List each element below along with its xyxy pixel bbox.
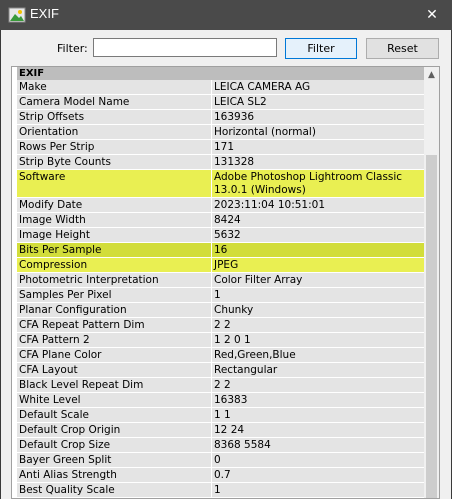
property-name: CFA Pattern 2: [17, 333, 212, 347]
property-name: Black Level Repeat Dim: [17, 378, 212, 392]
property-value: 12 24: [214, 424, 245, 436]
table-row[interactable]: Black Level Repeat Dim 2 2: [17, 378, 428, 393]
table-row[interactable]: Best Quality Scale 1: [17, 483, 428, 498]
table-row[interactable]: Image Height 5632: [17, 228, 428, 243]
property-value: 0: [214, 454, 221, 466]
property-name: Default Crop Origin: [17, 423, 212, 437]
property-name: Bayer Green Split: [17, 453, 212, 467]
title-bar: EXIF ✕: [0, 0, 452, 30]
property-name: Compression: [17, 258, 212, 272]
close-button[interactable]: ✕: [412, 0, 452, 30]
table-row[interactable]: Default Scale 1 1: [17, 408, 428, 423]
table-row[interactable]: Default Crop Size 8368 5584: [17, 438, 428, 453]
property-name: Bits Per Sample: [17, 243, 212, 257]
table-row[interactable]: Camera Model Name LEICA SL2: [17, 95, 428, 110]
property-value: Red,Green,Blue: [214, 349, 296, 361]
property-value: 2 2: [214, 319, 231, 331]
table-row[interactable]: Strip Offsets 163936: [17, 110, 428, 125]
window-title: EXIF: [30, 6, 59, 21]
scrollbar-thumb[interactable]: [426, 155, 437, 498]
table-row[interactable]: Orientation Horizontal (normal): [17, 125, 428, 140]
property-value: Chunky: [214, 304, 254, 316]
property-value: 163936: [214, 111, 255, 123]
table-row[interactable]: Make LEICA CAMERA AG: [17, 80, 428, 95]
vertical-scrollbar[interactable]: ▲: [424, 67, 439, 498]
table-row[interactable]: Modify Date 2023:11:04 10:51:01: [17, 198, 428, 213]
table-row[interactable]: Rows Per Strip 171: [17, 140, 428, 155]
property-value: LEICA SL2: [214, 96, 267, 108]
property-value: 1: [214, 484, 221, 496]
table-row[interactable]: White Level 16383: [17, 393, 428, 408]
property-value: Adobe Photoshop Lightroom Classic 13.0.1…: [214, 171, 403, 196]
property-name: Camera Model Name: [17, 95, 212, 109]
table-row[interactable]: Photometric Interpretation Color Filter A…: [17, 273, 428, 288]
property-value: 8368 5584: [214, 439, 271, 451]
table-row[interactable]: Planar Configuration Chunky: [17, 303, 428, 318]
reset-button[interactable]: Reset: [366, 38, 439, 59]
table-row[interactable]: Bayer Green Split 0: [17, 453, 428, 468]
property-value: 8424: [214, 214, 241, 226]
property-name: Strip Offsets: [17, 110, 212, 124]
property-name: Rows Per Strip: [17, 140, 212, 154]
filter-input[interactable]: [93, 38, 277, 57]
property-value: 131328: [214, 156, 255, 168]
property-value: 171: [214, 141, 235, 153]
table-row[interactable]: CFA Repeat Pattern Dim 2 2: [17, 318, 428, 333]
table-row[interactable]: Default Crop Origin 12 24: [17, 423, 428, 438]
property-value: 1 1: [214, 409, 231, 421]
table-row[interactable]: Samples Per Pixel 1: [17, 288, 428, 303]
property-name: Image Width: [17, 213, 212, 227]
section-header: EXIF: [17, 67, 428, 80]
property-value: 0.7: [214, 469, 231, 481]
table-row[interactable]: Image Width 8424: [17, 213, 428, 228]
exif-property-grid[interactable]: EXIF Make LEICA CAMERA AG Camera Model Nam…: [11, 66, 440, 499]
property-value: Horizontal (normal): [214, 126, 316, 138]
property-name: Planar Configuration: [17, 303, 212, 317]
property-value: 2 2: [214, 379, 231, 391]
property-name: Software: [17, 170, 212, 197]
property-value: Rectangular: [214, 364, 278, 376]
table-row[interactable]: CFA Layout Rectangular: [17, 363, 428, 378]
table-row[interactable]: Software Adobe Photoshop Lightroom Classi…: [17, 170, 428, 198]
property-value: Color Filter Array: [214, 274, 303, 286]
property-name: Strip Byte Counts: [17, 155, 212, 169]
close-icon: ✕: [426, 7, 438, 23]
property-value: LEICA CAMERA AG: [214, 81, 311, 93]
table-row[interactable]: CFA Plane Color Red,Green,Blue: [17, 348, 428, 363]
property-name: CFA Repeat Pattern Dim: [17, 318, 212, 332]
table-row[interactable]: Strip Byte Counts 131328: [17, 155, 428, 170]
property-value: 1 2 0 1: [214, 334, 251, 346]
table-row[interactable]: Anti Alias Strength 0.7: [17, 468, 428, 483]
property-name: Modify Date: [17, 198, 212, 212]
property-value: 16: [214, 244, 228, 256]
property-name: Orientation: [17, 125, 212, 139]
property-name: Default Scale: [17, 408, 212, 422]
property-name: Photometric Interpretation: [17, 273, 212, 287]
property-value: 5632: [214, 229, 241, 241]
property-name: Image Height: [17, 228, 212, 242]
property-value: 16383: [214, 394, 248, 406]
table-row[interactable]: Compression JPEG: [17, 258, 428, 273]
filter-label: Filter:: [57, 42, 88, 55]
property-rows: EXIF Make LEICA CAMERA AG Camera Model Nam…: [17, 67, 428, 498]
property-name: CFA Layout: [17, 363, 212, 377]
property-name: White Level: [17, 393, 212, 407]
property-name: Make: [17, 80, 212, 94]
chevron-up-icon[interactable]: ▲: [424, 67, 439, 82]
property-value: JPEG: [214, 259, 239, 271]
table-row[interactable]: Bits Per Sample 16: [17, 243, 428, 258]
property-name: Default Crop Size: [17, 438, 212, 452]
property-value: 1: [214, 289, 221, 301]
table-row[interactable]: CFA Pattern 21 2 0 1: [17, 333, 428, 348]
property-name: Samples Per Pixel: [17, 288, 212, 302]
property-value: 2023:11:04 10:51:01: [214, 199, 326, 211]
image-icon: [8, 7, 26, 23]
filter-button[interactable]: Filter: [285, 38, 357, 59]
property-name: Anti Alias Strength: [17, 468, 212, 482]
property-name: Best Quality Scale: [17, 483, 212, 497]
property-name: CFA Plane Color: [17, 348, 212, 362]
